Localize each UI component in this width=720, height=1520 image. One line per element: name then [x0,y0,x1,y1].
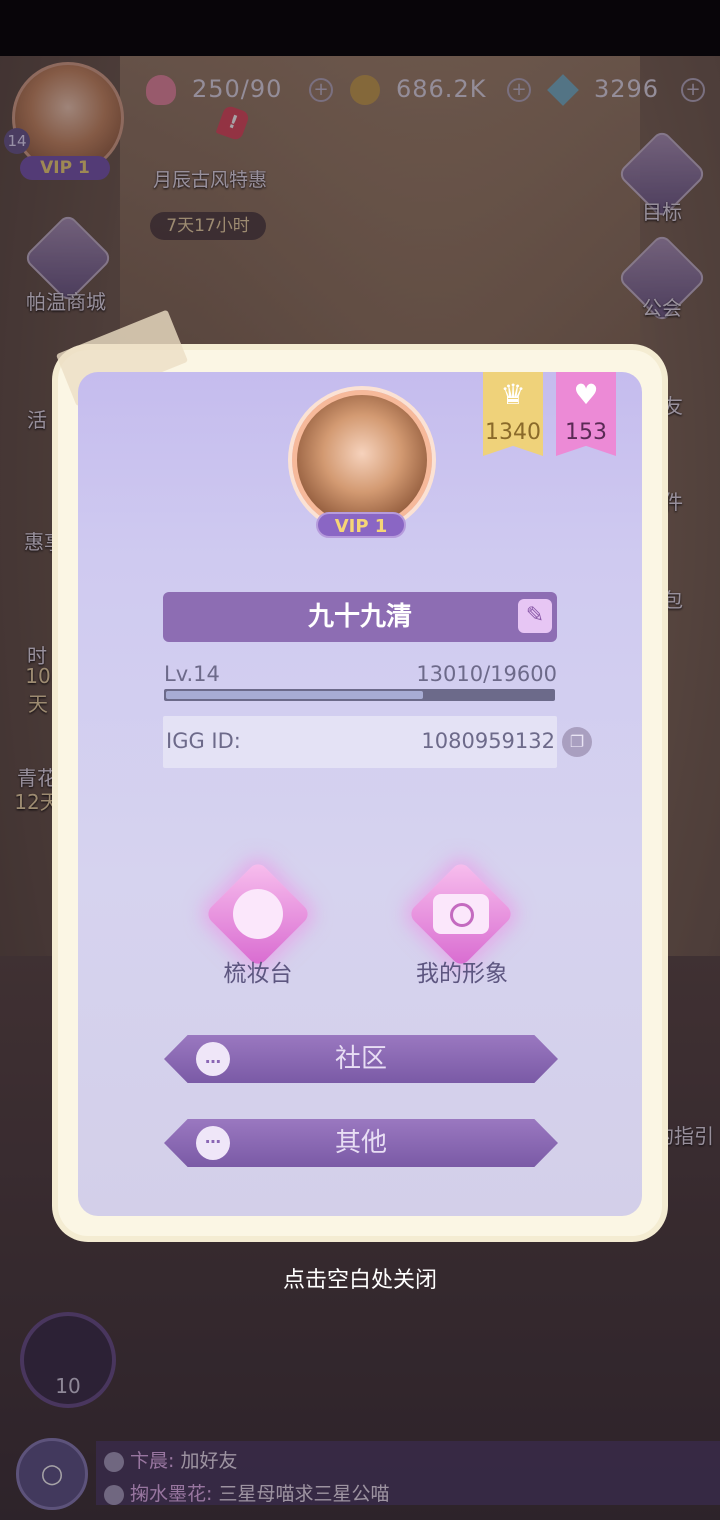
pencil-icon: ✎ [525,603,545,628]
close-hint: 点击空白处关闭 [282,1268,437,1293]
dress-count: 153 [565,420,607,445]
crown-count-ribbon[interactable]: ♛ 1340 [483,372,543,456]
edit-name-button[interactable]: ✎ [518,599,552,633]
player-level: Lv.14 [164,662,220,686]
crown-icon: ♛ [500,378,526,411]
camera-icon [433,894,489,934]
xp-progress-fill [166,691,423,699]
crown-count: 1340 [485,420,541,445]
profile-avatar[interactable] [292,390,432,530]
dress-count-ribbon[interactable]: ♥ 153 [556,372,616,456]
my-image-label: 我的形象 [416,961,508,987]
xp-value: 13010/19600 [416,662,557,686]
face-icon [233,889,283,939]
player-name: 九十九清 [163,592,557,642]
dress-icon: ♥ [573,378,599,411]
copy-icon: ❐ [569,732,585,751]
igg-id-label: IGG ID: [166,729,241,753]
copy-id-button[interactable]: ❐ [562,727,592,757]
dresser-label: 梳妆台 [223,961,293,987]
camera-lens [450,903,474,927]
other-label: 其他 [334,1128,387,1158]
profile-vip-badge: VIP 1 [316,512,406,538]
igg-id-value: 1080959132 [421,729,555,753]
community-label: 社区 [334,1044,387,1074]
